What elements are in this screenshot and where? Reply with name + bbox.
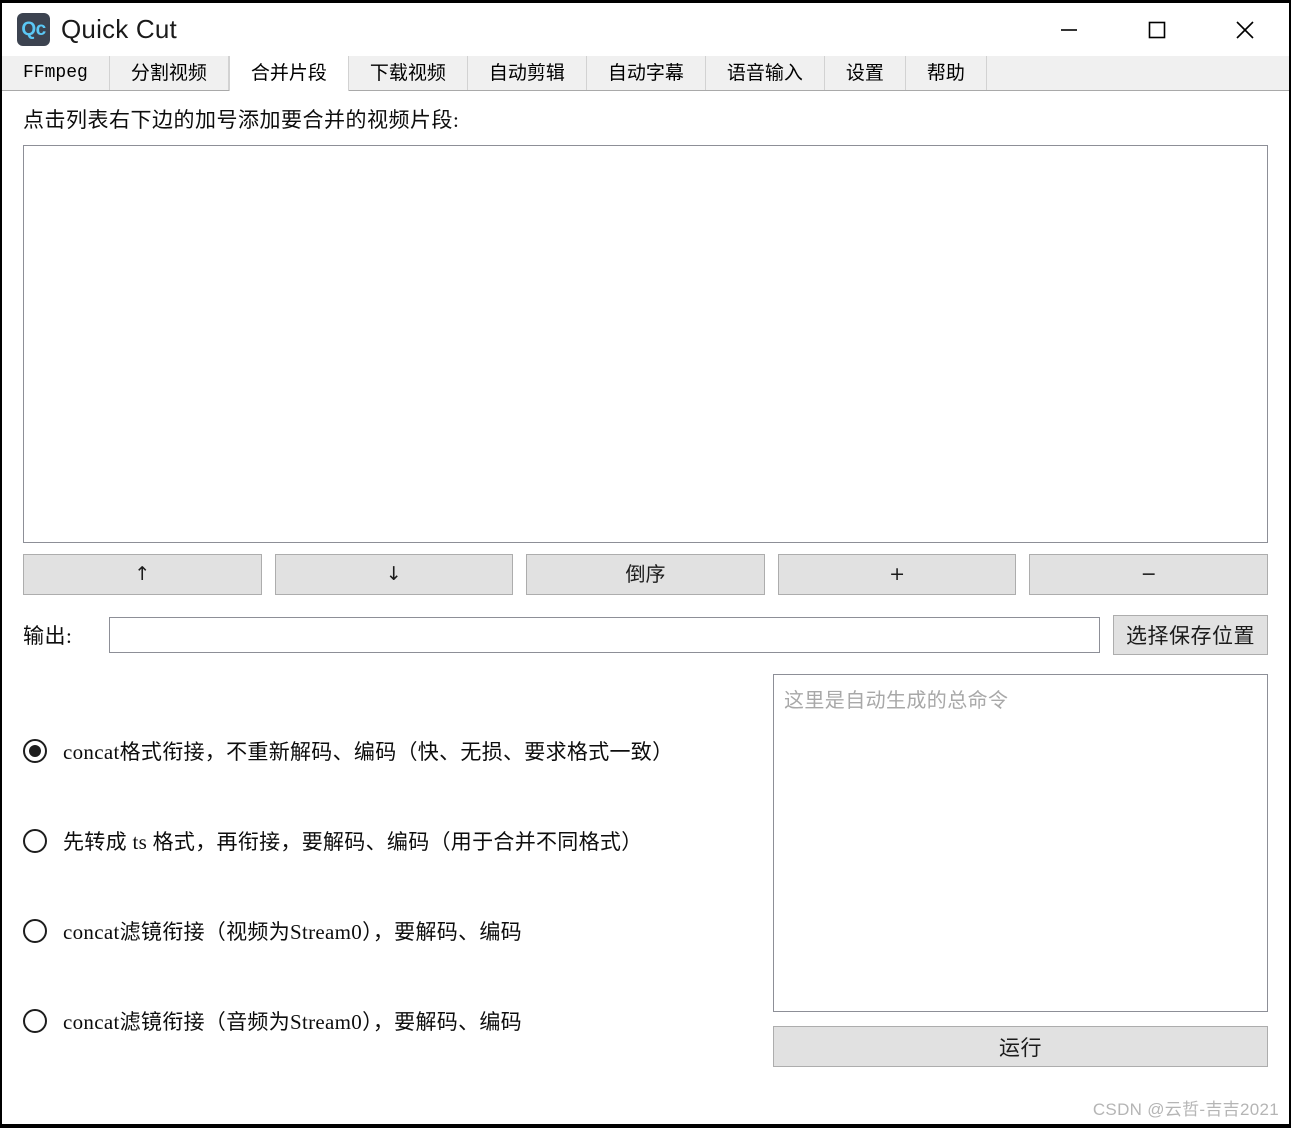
reverse-order-button[interactable]: 倒序 — [526, 554, 765, 595]
tab-auto-subtitle[interactable]: 自动字幕 — [587, 56, 706, 90]
radio-ts-transcode[interactable]: 先转成 ts 格式，再衔接，要解码、编码（用于合并不同格式） — [23, 796, 773, 886]
radio-unselected-icon — [23, 829, 47, 853]
generated-command-textarea[interactable] — [773, 674, 1268, 1012]
tab-download-video[interactable]: 下载视频 — [349, 56, 468, 90]
add-clip-button[interactable]: + — [778, 554, 1017, 595]
radio-concat-demuxer[interactable]: concat格式衔接，不重新解码、编码（快、无损、要求格式一致） — [23, 706, 773, 796]
choose-save-location-button[interactable]: 选择保存位置 — [1113, 615, 1268, 655]
minimize-button[interactable] — [1025, 3, 1113, 56]
move-up-button[interactable]: ↑ — [23, 554, 262, 595]
window-controls — [1025, 3, 1289, 56]
command-pane: 运行 — [773, 674, 1268, 1067]
options-and-command-area: concat格式衔接，不重新解码、编码（快、无损、要求格式一致） 先转成 ts … — [23, 674, 1268, 1067]
radio-selected-icon — [23, 739, 47, 763]
radio-label: concat滤镜衔接（视频为Stream0），要解码、编码 — [63, 916, 522, 946]
radio-label: concat滤镜衔接（音频为Stream0），要解码、编码 — [63, 1006, 522, 1036]
window-title: Quick Cut — [61, 14, 177, 45]
radio-label: concat格式衔接，不重新解码、编码（快、无损、要求格式一致） — [63, 736, 673, 766]
close-button[interactable] — [1201, 3, 1289, 56]
radio-label: 先转成 ts 格式，再衔接，要解码、编码（用于合并不同格式） — [63, 826, 643, 856]
watermark: CSDN @云哲-吉吉2021 — [1093, 1095, 1279, 1120]
tab-voice-input[interactable]: 语音输入 — [706, 56, 825, 90]
move-down-button[interactable]: ↓ — [275, 554, 514, 595]
tab-auto-edit[interactable]: 自动剪辑 — [468, 56, 587, 90]
radio-concat-filter-video-stream0[interactable]: concat滤镜衔接（视频为Stream0），要解码、编码 — [23, 886, 773, 976]
tab-help[interactable]: 帮助 — [906, 56, 987, 90]
clip-list[interactable] — [23, 145, 1268, 543]
app-logo-qc-icon: Qc — [17, 13, 50, 46]
tab-split-video[interactable]: 分割视频 — [110, 56, 229, 90]
run-button[interactable]: 运行 — [773, 1026, 1268, 1067]
maximize-button[interactable] — [1113, 3, 1201, 56]
radio-concat-filter-audio-stream0[interactable]: concat滤镜衔接（音频为Stream0），要解码、编码 — [23, 976, 773, 1066]
tab-merge-clips[interactable]: 合并片段 — [229, 56, 349, 91]
close-icon — [1233, 18, 1257, 42]
remove-clip-button[interactable]: − — [1029, 554, 1268, 595]
output-path-row: 输出: 选择保存位置 — [23, 615, 1268, 655]
merge-mode-radio-group: concat格式衔接，不重新解码、编码（快、无损、要求格式一致） 先转成 ts … — [23, 674, 773, 1066]
tab-bar-filler — [987, 56, 1289, 90]
output-path-input[interactable] — [109, 617, 1100, 653]
title-bar: Qc Quick Cut — [2, 3, 1289, 56]
instruction-label: 点击列表右下边的加号添加要合并的视频片段: — [23, 104, 1268, 134]
tab-ffmpeg[interactable]: FFmpeg — [2, 56, 110, 90]
main-content: 点击列表右下边的加号添加要合并的视频片段: ↑ ↓ 倒序 + − 输出: 选择保… — [2, 104, 1289, 1067]
output-label: 输出: — [23, 620, 109, 650]
tab-settings[interactable]: 设置 — [825, 56, 906, 90]
maximize-icon — [1146, 19, 1168, 41]
minimize-icon — [1058, 19, 1080, 41]
list-action-bar: ↑ ↓ 倒序 + − — [23, 554, 1268, 595]
tab-bar: FFmpeg 分割视频 合并片段 下载视频 自动剪辑 自动字幕 语音输入 设置 … — [2, 56, 1289, 91]
app-window: Qc Quick Cut FFmpeg 分割视频 — [0, 0, 1291, 1128]
radio-unselected-icon — [23, 919, 47, 943]
radio-unselected-icon — [23, 1009, 47, 1033]
